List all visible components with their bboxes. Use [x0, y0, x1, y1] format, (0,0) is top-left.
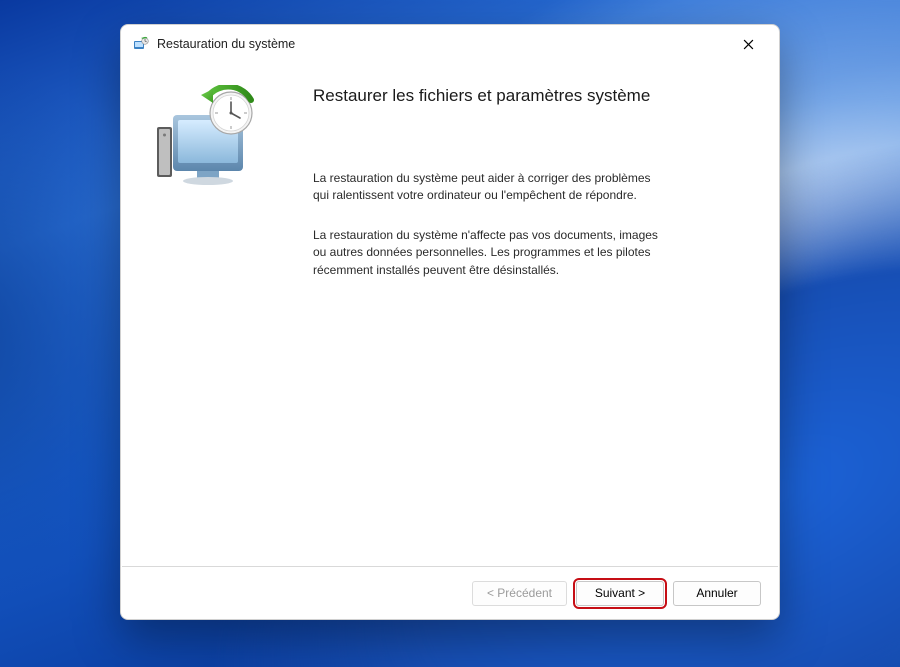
- text-column: Restaurer les fichiers et paramètres sys…: [301, 85, 753, 556]
- titlebar: Restauration du système: [121, 25, 779, 63]
- app-icon: [133, 36, 149, 52]
- system-restore-dialog: Restauration du système: [120, 24, 780, 620]
- next-button[interactable]: Suivant >: [576, 581, 664, 606]
- dialog-footer: < Précédent Suivant > Annuler: [121, 567, 779, 619]
- intro-paragraph-2: La restauration du système n'affecte pas…: [313, 227, 663, 279]
- system-restore-icon: [151, 85, 271, 195]
- cancel-button[interactable]: Annuler: [673, 581, 761, 606]
- window-title: Restauration du système: [157, 37, 727, 51]
- page-heading: Restaurer les fichiers et paramètres sys…: [313, 85, 753, 108]
- close-button[interactable]: [727, 29, 769, 59]
- close-icon: [743, 39, 754, 50]
- dialog-content: Restaurer les fichiers et paramètres sys…: [121, 63, 779, 566]
- back-button: < Précédent: [472, 581, 567, 606]
- intro-paragraph-1: La restauration du système peut aider à …: [313, 170, 663, 205]
- illustration-column: [151, 85, 301, 556]
